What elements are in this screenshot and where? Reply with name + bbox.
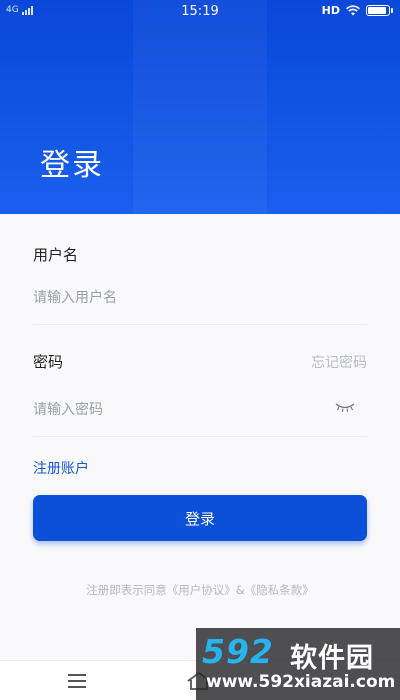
password-input[interactable]: 请输入密码: [33, 399, 323, 419]
forgot-password-link[interactable]: 忘记密码: [311, 352, 367, 372]
status-right: HD: [321, 4, 393, 17]
header-banner: 4G 15:19 HD 登录: [0, 0, 400, 214]
watermark-logo: 592: [202, 632, 274, 671]
header-band: [133, 0, 267, 214]
login-button[interactable]: 登录: [33, 495, 367, 541]
menu-icon[interactable]: [68, 674, 86, 692]
page-title: 登录: [40, 148, 104, 183]
hd-indicator: HD: [321, 4, 340, 17]
battery-icon: [366, 5, 393, 16]
eye-closed-icon[interactable]: [335, 401, 355, 413]
username-label: 用户名: [33, 246, 79, 264]
battery-fill: [368, 7, 386, 14]
password-divider: [33, 436, 367, 437]
username-divider: [33, 324, 367, 325]
watermark-url: www.592xiazai.com: [206, 672, 396, 692]
agreement-text[interactable]: 注册即表示同意《用户协议》&《隐私条款》: [33, 582, 367, 598]
password-label: 密码: [33, 353, 64, 371]
register-link[interactable]: 注册账户: [33, 458, 89, 478]
watermark-text: 软件园: [290, 643, 374, 674]
status-bar: 4G 15:19 HD: [0, 0, 400, 24]
username-input[interactable]: 请输入用户名: [33, 287, 367, 307]
watermark: 592 软件园 www.592xiazai.com: [196, 628, 400, 700]
wifi-icon: [346, 5, 360, 16]
